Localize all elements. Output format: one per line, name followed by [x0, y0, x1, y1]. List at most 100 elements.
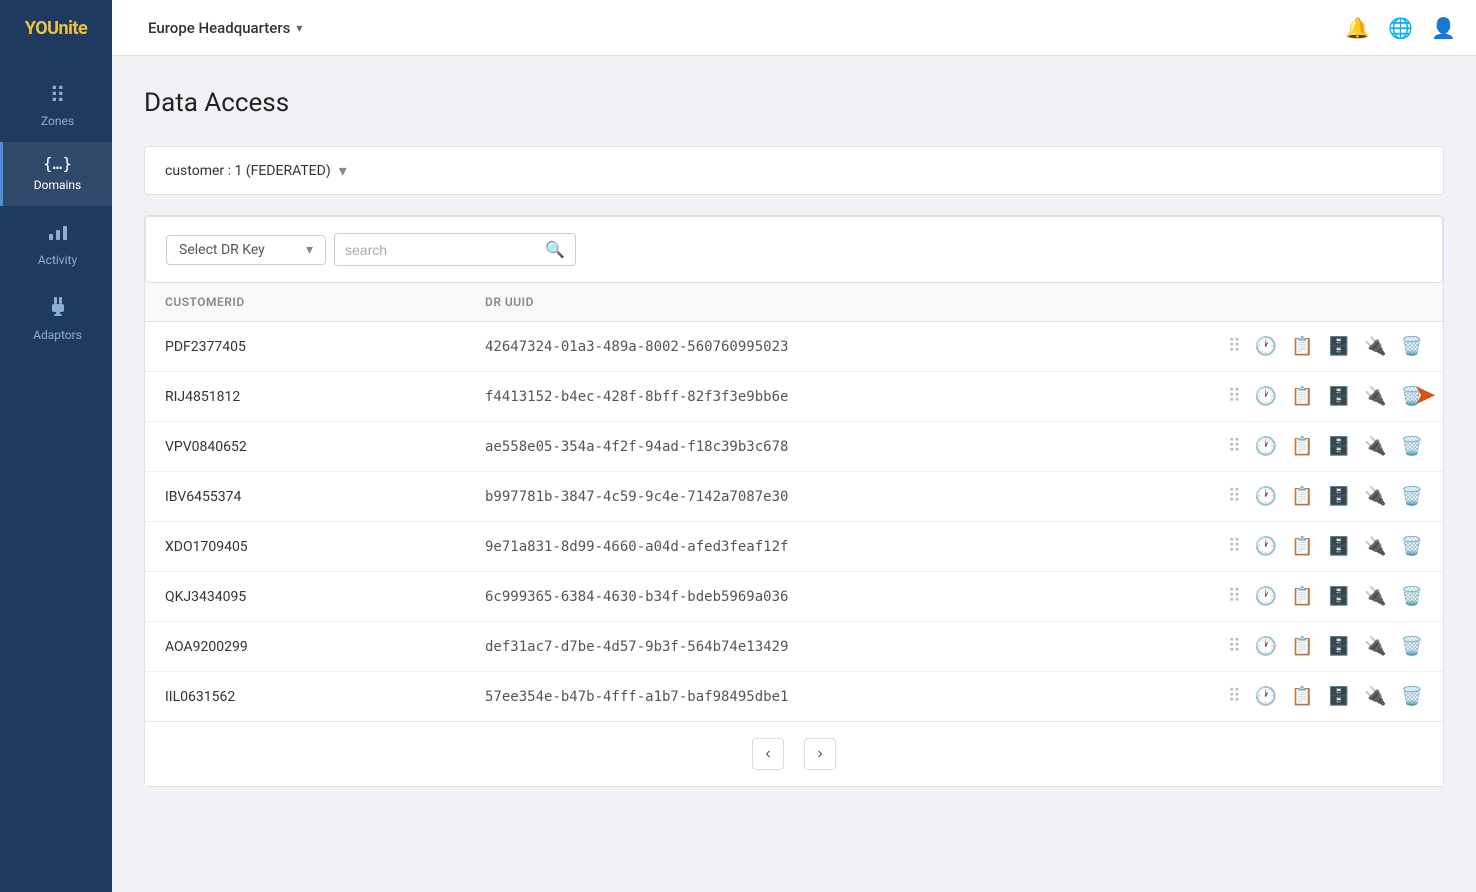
table-row: VPV0840652 ae558e05-354a-4f2f-94ad-f18c3… [145, 422, 1443, 472]
column-customerid: CUSTOMERID [165, 295, 485, 309]
table-row: AOA9200299 def31ac7-d7be-4d57-9b3f-564b7… [145, 622, 1443, 672]
delete-icon[interactable]: 🗑️ [1401, 336, 1423, 357]
database-icon[interactable]: 🗄️ [1328, 536, 1350, 557]
table-header: CUSTOMERID DR UUID [145, 283, 1443, 322]
table-row: XDO1709405 9e71a831-8d99-4660-a04d-afed3… [145, 522, 1443, 572]
search-input[interactable] [345, 242, 545, 258]
main-content: Data Access customer : 1 (FEDERATED) ▾ S… [112, 56, 1476, 892]
delete-icon[interactable]: 🗑️ [1401, 386, 1423, 407]
delete-icon[interactable]: 🗑️ [1401, 436, 1423, 457]
copy-icon[interactable]: 📋 [1291, 336, 1313, 357]
plugin-icon[interactable]: 🔌 [1364, 686, 1386, 707]
sidebar-item-domains[interactable]: {…} Domains [0, 142, 112, 206]
logo: YOUnite [0, 0, 112, 56]
copy-icon[interactable]: 📋 [1291, 386, 1313, 407]
database-icon[interactable]: 🗄️ [1328, 436, 1350, 457]
copy-icon[interactable]: 📋 [1291, 636, 1313, 657]
filter-bar: Select DR Key ▾ 🔍 [145, 216, 1443, 283]
more-icon[interactable]: ⠿ [1228, 686, 1241, 707]
more-icon[interactable]: ⠿ [1228, 536, 1241, 557]
history-icon[interactable]: 🕐 [1255, 686, 1277, 707]
org-chevron-icon: ▾ [296, 21, 302, 35]
history-icon[interactable]: 🕐 [1255, 436, 1277, 457]
row-actions: ⠿ 🕐 📋 🗄️ 🔌 🗑️ [1228, 686, 1423, 707]
row-actions: ⠿ 🕐 📋 🗄️ 🔌 🗑️ [1228, 586, 1423, 607]
history-icon[interactable]: 🕐 [1255, 386, 1277, 407]
database-icon[interactable]: 🗄️ [1328, 686, 1350, 707]
org-name: Europe Headquarters [148, 19, 290, 37]
database-icon[interactable]: 🗄️ [1328, 486, 1350, 507]
sidebar-item-label: Adaptors [33, 328, 82, 342]
cell-customerid: AOA9200299 [165, 639, 485, 655]
table-body: PDF2377405 42647324-01a3-489a-8002-56076… [145, 322, 1443, 721]
cell-customerid: QKJ3434095 [165, 589, 485, 605]
search-input-wrap: 🔍 [334, 233, 576, 266]
sidebar-item-activity[interactable]: Activity [0, 206, 112, 281]
globe-icon[interactable]: 🌐 [1388, 16, 1413, 40]
more-icon[interactable]: ⠿ [1228, 436, 1241, 457]
row-actions: ⠿ 🕐 📋 🗄️ 🔌 🗑️ [1228, 636, 1423, 657]
next-page-button[interactable]: › [804, 738, 836, 770]
activity-icon [47, 220, 69, 247]
topnav-icons: 🔔 🌐 👤 [1345, 16, 1456, 40]
more-icon[interactable]: ⠿ [1228, 386, 1241, 407]
plugin-icon[interactable]: 🔌 [1364, 486, 1386, 507]
sidebar-item-adaptors[interactable]: Adaptors [0, 281, 112, 356]
history-icon[interactable]: 🕐 [1255, 636, 1277, 657]
row-actions: ⠿ 🕐 📋 🗄️ 🔌 ➤ 🗑️ [1228, 386, 1423, 407]
user-icon[interactable]: 👤 [1431, 16, 1456, 40]
copy-icon[interactable]: 📋 [1291, 686, 1313, 707]
delete-icon[interactable]: 🗑️ [1401, 636, 1423, 657]
more-icon[interactable]: ⠿ [1228, 336, 1241, 357]
bell-icon[interactable]: 🔔 [1345, 16, 1370, 40]
cell-customerid: RIJ4851812 [165, 389, 485, 405]
pagination: ‹ › [145, 721, 1443, 786]
history-icon[interactable]: 🕐 [1255, 536, 1277, 557]
table-row: IIL0631562 57ee354e-b47b-4fff-a1b7-baf98… [145, 672, 1443, 721]
table-row: IBV6455374 b997781b-3847-4c59-9c4e-7142a… [145, 472, 1443, 522]
database-icon[interactable]: 🗄️ [1328, 636, 1350, 657]
plugin-icon[interactable]: 🔌 ➤ [1364, 386, 1386, 407]
more-icon[interactable]: ⠿ [1228, 586, 1241, 607]
customer-chevron-icon[interactable]: ▾ [339, 161, 347, 180]
plugin-icon[interactable]: 🔌 [1364, 586, 1386, 607]
copy-icon[interactable]: 📋 [1291, 536, 1313, 557]
delete-icon[interactable]: 🗑️ [1401, 536, 1423, 557]
plugin-icon[interactable]: 🔌 [1364, 336, 1386, 357]
customer-selector-block: customer : 1 (FEDERATED) ▾ [144, 146, 1444, 195]
search-icon[interactable]: 🔍 [545, 240, 565, 259]
plugin-icon[interactable]: 🔌 [1364, 436, 1386, 457]
copy-icon[interactable]: 📋 [1291, 436, 1313, 457]
more-icon[interactable]: ⠿ [1228, 636, 1241, 657]
cell-druuid: def31ac7-d7be-4d57-9b3f-564b74e13429 [485, 639, 1228, 655]
dr-key-dropdown[interactable]: Select DR Key ▾ [166, 235, 326, 265]
cell-druuid: 42647324-01a3-489a-8002-560760995023 [485, 339, 1228, 355]
delete-icon[interactable]: 🗑️ [1401, 486, 1423, 507]
delete-icon[interactable]: 🗑️ [1401, 586, 1423, 607]
cell-druuid: b997781b-3847-4c59-9c4e-7142a7087e30 [485, 489, 1228, 505]
plugin-icon[interactable]: 🔌 [1364, 636, 1386, 657]
history-icon[interactable]: 🕐 [1255, 486, 1277, 507]
history-icon[interactable]: 🕐 [1255, 586, 1277, 607]
more-icon[interactable]: ⠿ [1228, 486, 1241, 507]
database-icon[interactable]: 🗄️ [1328, 386, 1350, 407]
topnav-center: Europe Headquarters ▾ [132, 19, 1345, 37]
copy-icon[interactable]: 📋 [1291, 486, 1313, 507]
database-icon[interactable]: 🗄️ [1328, 336, 1350, 357]
delete-icon[interactable]: 🗑️ [1401, 686, 1423, 707]
sidebar-item-zones[interactable]: ⠿ Zones [0, 72, 112, 142]
org-selector[interactable]: Europe Headquarters ▾ [148, 19, 302, 37]
row-actions: ⠿ 🕐 📋 🗄️ 🔌 🗑️ [1228, 536, 1423, 557]
cell-druuid: 57ee354e-b47b-4fff-a1b7-baf98495dbe1 [485, 689, 1228, 705]
database-icon[interactable]: 🗄️ [1328, 586, 1350, 607]
cell-druuid: 6c999365-6384-4630-b34f-bdeb5969a036 [485, 589, 1228, 605]
sidebar-item-label: Activity [38, 253, 77, 267]
copy-icon[interactable]: 📋 [1291, 586, 1313, 607]
column-druuid: DR UUID [485, 295, 1423, 309]
row-actions: ⠿ 🕐 📋 🗄️ 🔌 🗑️ [1228, 486, 1423, 507]
data-table-block: Select DR Key ▾ 🔍 CUSTOMERID DR UUID PDF… [144, 215, 1444, 787]
prev-page-button[interactable]: ‹ [752, 738, 784, 770]
plugin-icon[interactable]: 🔌 [1364, 536, 1386, 557]
history-icon[interactable]: 🕐 [1255, 336, 1277, 357]
cell-druuid: f4413152-b4ec-428f-8bff-82f3f3e9bb6e [485, 389, 1228, 405]
